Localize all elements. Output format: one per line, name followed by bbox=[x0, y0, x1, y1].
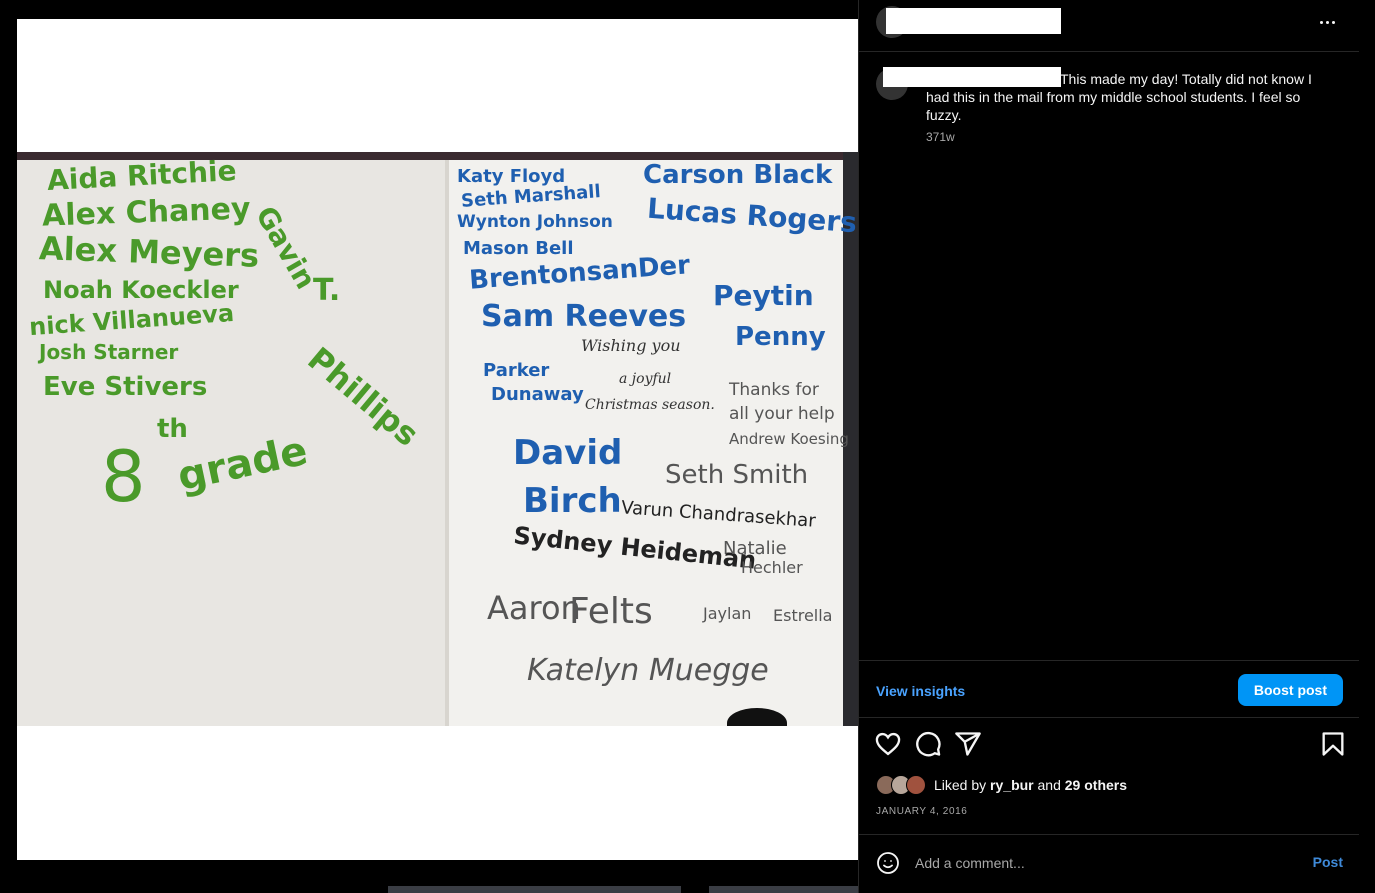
signature: Mason Bell bbox=[463, 238, 574, 259]
signature: Wynton Johnson bbox=[457, 212, 613, 232]
signature: Estrella bbox=[773, 606, 833, 625]
printed-greeting: a joyful bbox=[619, 371, 672, 387]
others-count[interactable]: 29 others bbox=[1065, 777, 1127, 793]
caption-timestamp[interactable]: 371w bbox=[926, 130, 955, 144]
comment-icon[interactable] bbox=[914, 730, 942, 758]
signature: Sam Reeves bbox=[481, 299, 687, 334]
post-comment-button[interactable]: Post bbox=[1313, 854, 1343, 870]
heart-icon[interactable] bbox=[874, 730, 902, 758]
signature: Birch bbox=[523, 481, 622, 521]
signature: Felts bbox=[569, 591, 653, 632]
liker-avatars[interactable] bbox=[876, 774, 932, 796]
signature: T. bbox=[313, 273, 341, 308]
post-details-panel: This made my day! Totally did not know I… bbox=[858, 0, 1359, 893]
boost-post-button[interactable]: Boost post bbox=[1237, 674, 1343, 706]
caption: This made my day! Totally did not know I… bbox=[926, 70, 1331, 124]
signature: Noah Koeckler bbox=[43, 276, 239, 304]
action-bar bbox=[859, 730, 1359, 760]
post-photo[interactable]: Aida Ritchie Alex Chaney Alex Meyers Noa… bbox=[17, 19, 858, 860]
signature: Natalie bbox=[723, 538, 787, 559]
signature: Katelyn Muegge bbox=[527, 653, 769, 688]
signature: Eve Stivers bbox=[43, 372, 208, 402]
signature: Jaylan bbox=[703, 604, 752, 623]
note-line: Andrew Koesing bbox=[729, 430, 849, 448]
post-date: JANUARY 4, 2016 bbox=[876, 806, 968, 817]
comment-bar: Post bbox=[859, 834, 1359, 893]
view-insights-link[interactable]: View insights bbox=[876, 683, 965, 699]
signature: David bbox=[513, 433, 623, 473]
printed-greeting: Christmas season. bbox=[585, 397, 715, 413]
signature: Penny bbox=[735, 322, 826, 352]
note-line: all your help bbox=[729, 404, 835, 424]
note-line: Thanks for bbox=[729, 380, 819, 400]
signature: Carson Black bbox=[643, 160, 833, 190]
redacted-username bbox=[886, 8, 1061, 34]
signature: Dunaway bbox=[491, 384, 584, 405]
card-fold bbox=[445, 152, 449, 726]
signature: Alex Meyers bbox=[38, 229, 260, 275]
likes-summary: Liked by ry_bur and 29 others bbox=[876, 774, 1127, 796]
signature: Hechler bbox=[741, 558, 803, 577]
signature: Seth Smith bbox=[665, 460, 809, 490]
signature: Parker bbox=[483, 360, 550, 381]
post-header bbox=[859, 0, 1359, 52]
signature: Josh Starner bbox=[39, 340, 179, 364]
caption-text: This made my day! Totally did not know I… bbox=[926, 71, 1312, 123]
bookmark-icon[interactable] bbox=[1319, 730, 1347, 758]
insights-bar: View insights Boost post bbox=[859, 660, 1359, 718]
and-label: and bbox=[1037, 777, 1061, 793]
signature: Peytin bbox=[713, 279, 814, 312]
signature: Aaron bbox=[487, 589, 581, 627]
christmas-card-image: Aida Ritchie Alex Chaney Alex Meyers Noa… bbox=[17, 152, 858, 726]
signature: Alex Chaney bbox=[41, 191, 252, 234]
comment-input[interactable] bbox=[915, 853, 1295, 873]
signature: Katy Floyd bbox=[457, 166, 566, 187]
share-icon[interactable] bbox=[954, 730, 982, 758]
liked-by-label: Liked by bbox=[934, 777, 987, 793]
more-icon[interactable] bbox=[1315, 10, 1339, 34]
printed-greeting: Wishing you bbox=[581, 336, 681, 355]
thumbnail-strip bbox=[388, 886, 681, 893]
liker-username[interactable]: ry_bur bbox=[990, 777, 1034, 793]
emoji-icon[interactable] bbox=[876, 851, 900, 875]
signature: 8 bbox=[101, 436, 146, 518]
avatar bbox=[906, 775, 926, 795]
signature: th bbox=[157, 414, 188, 444]
